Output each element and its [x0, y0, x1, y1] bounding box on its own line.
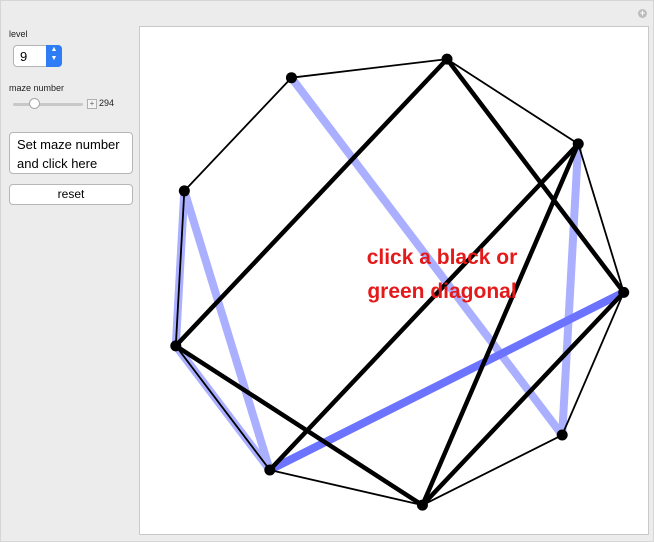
level-value: 9: [20, 49, 28, 64]
polygon-edge[interactable]: [421, 434, 564, 507]
polygon-vertex: [618, 286, 630, 298]
set-maze-button-line1: Set maze number: [17, 137, 120, 152]
reset-button[interactable]: reset: [9, 184, 133, 205]
polygon-vertex: [441, 53, 453, 65]
polygon-edge[interactable]: [268, 469, 424, 507]
maze-number-value: 294: [99, 98, 115, 108]
instruction-line-2: green diagonal: [367, 280, 517, 303]
polygon-vertex: [170, 340, 182, 352]
slider-expand-icon[interactable]: +: [87, 99, 97, 109]
polygon-vertex: [572, 138, 584, 150]
instruction-line-1: click a black or: [366, 246, 518, 269]
polygon-vertex: [178, 185, 190, 197]
level-select[interactable]: 9 ▲ ▼: [13, 45, 62, 67]
polygon-vertex: [556, 429, 568, 441]
demonstration-panel: + level 9 ▲ ▼ maze number + 294 Set maze …: [0, 0, 654, 542]
polygon-edge[interactable]: [183, 76, 293, 192]
maze-number-slider[interactable]: [13, 103, 83, 106]
maze-canvas[interactable]: click a black or green diagonal: [139, 26, 649, 535]
polygon-edge[interactable]: [446, 58, 580, 145]
level-stepper-icon[interactable]: ▲ ▼: [46, 45, 62, 67]
level-label: level: [9, 29, 28, 39]
black-diagonal[interactable]: [173, 343, 425, 508]
polygon-vertex: [264, 464, 276, 476]
polygon-edge[interactable]: [174, 344, 271, 471]
maze-number-label: maze number: [9, 83, 65, 93]
set-maze-button-line2: and click here: [17, 156, 98, 171]
black-diagonal[interactable]: [420, 290, 626, 508]
polygon-vertex: [285, 72, 297, 84]
blue-diagonal[interactable]: [180, 186, 274, 474]
set-maze-button[interactable]: Set maze number and click here: [9, 132, 133, 174]
maze-number-slider-thumb[interactable]: [29, 98, 40, 109]
expand-options-icon[interactable]: +: [638, 9, 647, 18]
polygon-vertex: [416, 499, 428, 511]
polygon-edge[interactable]: [290, 58, 448, 79]
